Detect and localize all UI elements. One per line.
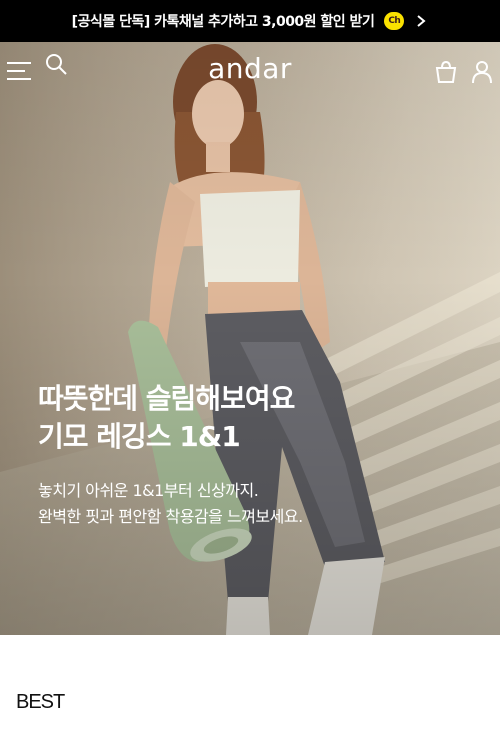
best-section: BEST [0,635,500,740]
andar-logo[interactable]: andar [0,52,500,85]
chevron-right-icon [417,15,426,27]
promo-banner-text: [공식몰 단독] 카톡채널 추가하고 3,000원 할인 받기 [71,14,375,30]
shopping-bag-icon[interactable] [434,60,458,84]
hero-title-line2: 기모 레깅스 1&1 [38,420,241,453]
best-section-title: BEST [16,691,65,713]
promo-banner[interactable]: [공식몰 단독] 카톡채널 추가하고 3,000원 할인 받기 Ch [0,0,500,42]
site-header: andar [0,42,500,98]
hero-subtitle: 놓치기 아쉬운 1&1부터 신상까지. 완벽한 핏과 편안함 착용감을 느껴보세… [38,478,478,530]
hero-subtitle-line2: 완벽한 핏과 편안함 착용감을 느껴보세요. [38,507,303,526]
hero-banner[interactable] [0,42,500,635]
hero-subtitle-line1: 놓치기 아쉬운 1&1부터 신상까지. [38,481,259,500]
kakao-channel-icon: Ch [384,12,405,30]
hero-copy: 따뜻한데 슬림해보여요 기모 레깅스 1&1 놓치기 아쉬운 1&1부터 신상까… [38,380,478,530]
hero-title: 따뜻한데 슬림해보여요 기모 레깅스 1&1 [38,380,478,456]
user-icon[interactable] [470,60,494,84]
hero-title-line1: 따뜻한데 슬림해보여요 [38,382,295,415]
